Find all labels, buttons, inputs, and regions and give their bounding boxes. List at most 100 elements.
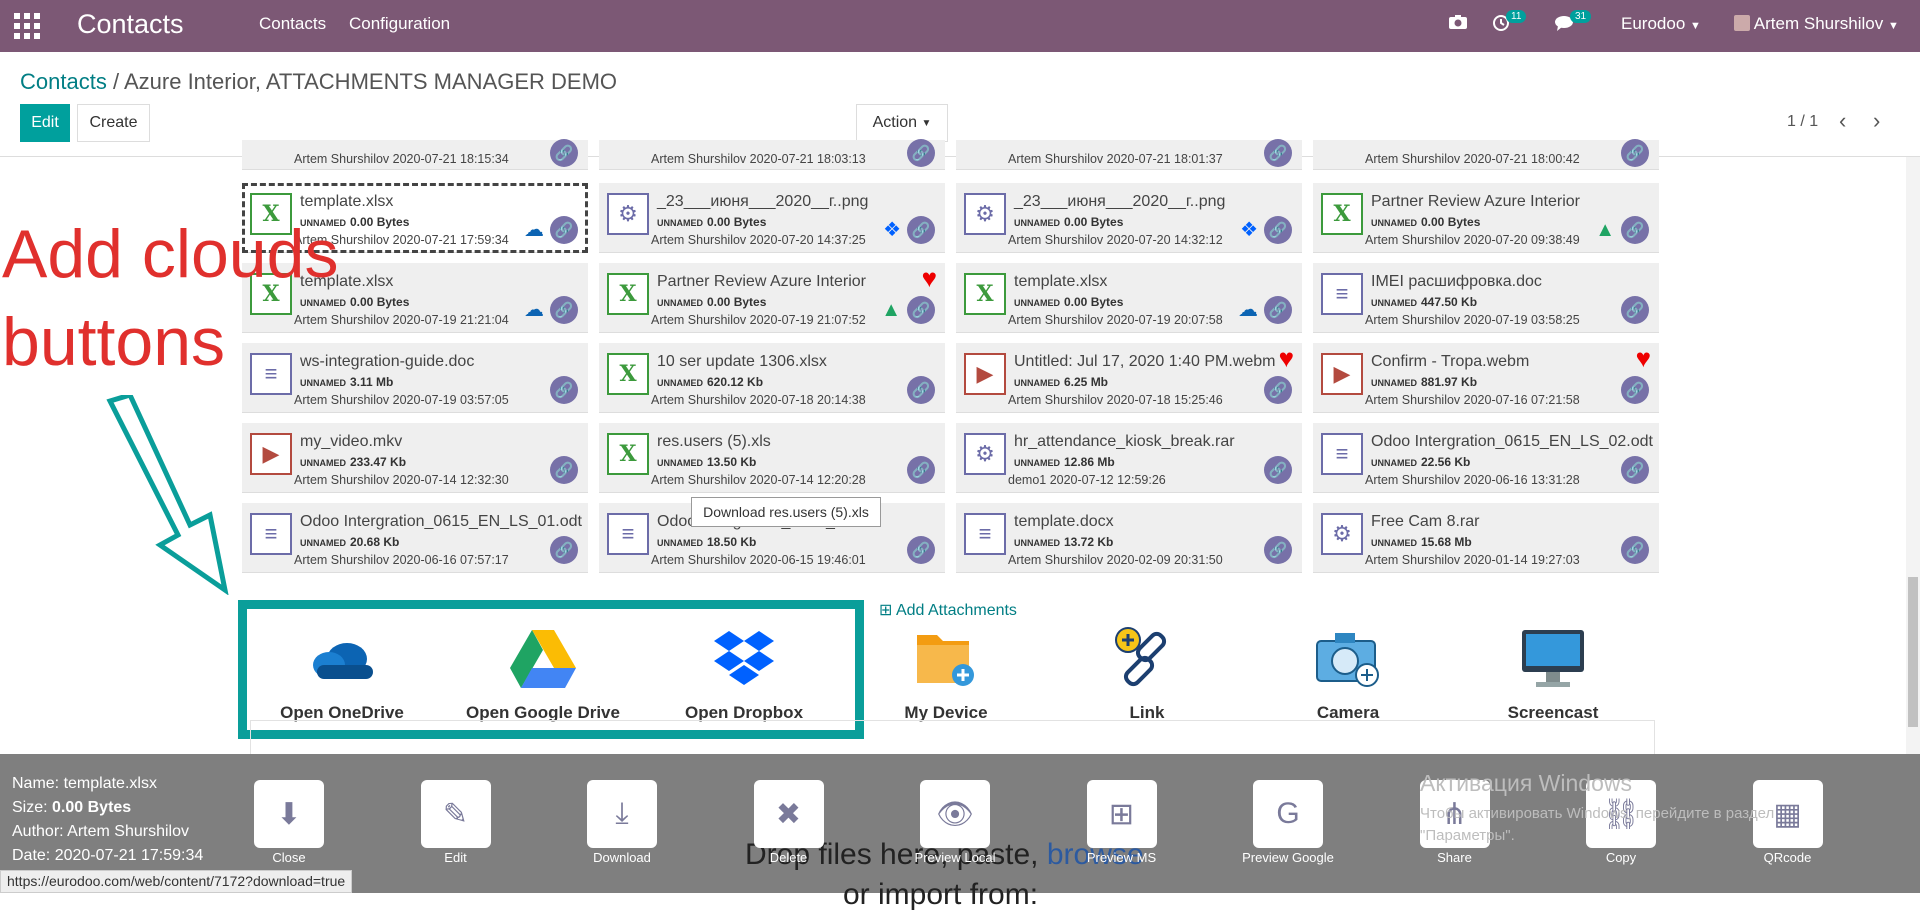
size-label: UNNAMED (657, 458, 703, 468)
add-attachments-link[interactable]: ⊞ Add Attachments (879, 600, 1017, 620)
attachment-tile[interactable]: ⚙ Free Cam 8.rar UNNAMED 15.68 Mb Artem Shur… (1313, 503, 1659, 573)
attachment-tile[interactable]: X Partner Review Azure Interior UNNAMED 0.0… (599, 263, 945, 333)
link-icon[interactable]: 🔗 (1264, 216, 1292, 244)
link-icon[interactable]: 🔗 (907, 216, 935, 244)
action-dropdown[interactable]: Action ▼ (856, 104, 948, 142)
link-icon[interactable]: 🔗 (907, 296, 935, 324)
attachment-tile[interactable]: ▶ Untitled: Jul 17, 2020 1:40 PM.webm UNNA… (956, 343, 1302, 413)
preview-local-button[interactable]: 👁 (920, 780, 990, 848)
link-icon[interactable]: 🔗 (1621, 296, 1649, 324)
link-button[interactable]: Link (1062, 625, 1232, 723)
create-button[interactable]: Create (77, 104, 150, 142)
attachment-tile[interactable]: Artem Shurshilov 2020-07-21 18:01:37 🔗 (956, 139, 1302, 170)
attachment-tile[interactable]: Artem Shurshilov 2020-07-21 18:00:42 🔗 (1313, 139, 1659, 170)
windows-activation-text: Чтобы активировать Windows, перейдите в … (1420, 805, 1775, 844)
attachment-tile[interactable]: ≡ Odoo Intergration_0615_EN_LS_01.odt UNNA… (242, 503, 588, 573)
link-icon[interactable]: 🔗 (550, 376, 578, 404)
attachment-size: UNNAMED 0.00 Bytes (1371, 215, 1480, 229)
link-icon[interactable]: 🔗 (907, 456, 935, 484)
breadcrumb-contacts[interactable]: Contacts (20, 69, 107, 94)
link-icon[interactable]: 🔗 (550, 456, 578, 484)
annotation-text: Add clouds buttons (2, 216, 339, 380)
app-title: Contacts (77, 9, 184, 39)
edit-button[interactable]: Edit (20, 104, 70, 142)
link-icon[interactable]: 🔗 (1264, 536, 1292, 564)
link-icon[interactable]: 🔗 (550, 536, 578, 564)
attachment-tile[interactable]: ▶ my_video.mkv UNNAMED 233.47 Kb Artem Shurs… (242, 423, 588, 493)
my-device-button[interactable]: My Device (861, 625, 1031, 723)
link-icon[interactable]: 🔗 (550, 216, 578, 244)
link-icon[interactable]: 🔗 (1264, 296, 1292, 324)
attachment-tile[interactable]: ≡ template.docx UNNAMED 13.72 Kb Artem Shurs… (956, 503, 1302, 573)
attachment-tile[interactable]: X Partner Review Azure Interior UNNAMED 0.0… (1313, 183, 1659, 253)
top-navbar: Contacts Contacts Configuration 11 31 Eu… (0, 0, 1920, 52)
doc-icon: ≡ (1321, 273, 1363, 315)
google-icon: G (1276, 797, 1300, 830)
attachment-tile[interactable]: ≡ IMEI расшифровка.doc UNNAMED 447.50 Kb Art… (1313, 263, 1659, 333)
eye-icon: 👁 (935, 797, 975, 831)
attachment-tile[interactable]: ⚙ _23___июня___2020__г..png UNNAMED 0.00 By… (599, 183, 945, 253)
previous-record-icon[interactable]: ‹ (1839, 108, 1846, 134)
attachment-tile[interactable]: Artem Shurshilov 2020-07-21 18:15:34 🔗 (242, 139, 588, 170)
attachment-tile[interactable]: Xtemplate.xlsx UNNAMED 0.00 Bytes Artem Shu… (956, 263, 1302, 333)
link-icon[interactable]: 🔗 (1621, 536, 1649, 564)
open-dropbox-button[interactable]: Open Dropbox (659, 625, 829, 723)
attachment-tile[interactable]: Artem Shurshilov 2020-07-21 18:03:13 🔗 (599, 139, 945, 170)
attachment-author-date: Artem Shurshilov 2020-07-18 20:14:38 (651, 393, 866, 407)
info-author: Artem Shurshilov (67, 823, 189, 840)
size-label: UNNAMED (657, 378, 703, 388)
link-icon[interactable]: 🔗 (1264, 139, 1292, 167)
heart-icon[interactable]: ♥ (1636, 343, 1651, 374)
windows-icon: ⊞ (1108, 797, 1135, 831)
heart-icon[interactable]: ♥ (1279, 343, 1294, 374)
link-icon[interactable]: 🔗 (1264, 456, 1292, 484)
close-button[interactable]: ⬇ (254, 780, 324, 848)
open-google-drive-button[interactable]: Open Google Drive (458, 625, 628, 723)
link-icon[interactable]: 🔗 (550, 296, 578, 324)
link-icon[interactable]: 🔗 (1621, 139, 1649, 167)
drop-zone[interactable] (250, 720, 1655, 754)
attachment-author-date: Artem Shurshilov 2020-07-18 15:25:46 (1008, 393, 1223, 407)
user-menu[interactable]: Artem Shurshilov ▼ (1734, 14, 1899, 34)
camera-icon[interactable] (1448, 14, 1468, 35)
delete-button[interactable]: ✖ (753, 780, 824, 848)
edit-button[interactable]: ✎ (420, 780, 491, 848)
link-icon[interactable]: 🔗 (550, 139, 578, 167)
gear-icon: ⚙ (1321, 513, 1363, 555)
attachment-tile[interactable]: ⚙ _23___июня___2020__г..png UNNAMED 0.00 By… (956, 183, 1302, 253)
link-icon[interactable]: 🔗 (1621, 376, 1649, 404)
link-icon[interactable]: 🔗 (907, 376, 935, 404)
attachment-tile[interactable]: ▶ Confirm - Tropa.webm UNNAMED 881.97 Kb Art… (1313, 343, 1659, 413)
attachment-author-date: Artem Shurshilov 2020-07-19 21:07:52 (651, 313, 866, 327)
preview-google-button[interactable]: G (1253, 780, 1323, 848)
scrollbar-thumb[interactable] (1908, 577, 1918, 727)
camera-button[interactable]: Camera (1263, 625, 1433, 723)
open-onedrive-button[interactable]: Open OneDrive (257, 625, 427, 723)
menu-configuration[interactable]: Configuration (349, 14, 450, 34)
messages-icon[interactable]: 31 (1554, 10, 1592, 37)
activity-icon[interactable]: 11 (1492, 10, 1527, 37)
download-button[interactable]: ⤓ (587, 780, 657, 848)
attachment-tile[interactable]: ⚙ hr_attendance_kiosk_break.rar UNNAMED 12.… (956, 423, 1302, 493)
screencast-button[interactable]: Screencast (1468, 625, 1638, 723)
link-icon[interactable]: 🔗 (907, 139, 935, 167)
heart-icon[interactable]: ♥ (922, 263, 937, 294)
size-value: 620.12 Kb (707, 375, 764, 389)
attachment-tile[interactable]: Xres.users (5).xls UNNAMED 13.50 Kb Artem S… (599, 423, 945, 493)
attachment-tile[interactable]: ≡ Odoo Intergration_0615_EN_LS_02.odt UNNA… (1313, 423, 1659, 493)
next-record-icon[interactable]: › (1873, 108, 1880, 134)
company-switcher[interactable]: Eurodoo ▼ (1621, 14, 1701, 34)
company-name: Eurodoo (1621, 14, 1686, 33)
link-icon[interactable]: 🔗 (907, 536, 935, 564)
attachment-tile[interactable]: X 10 ser update 1306.xlsx UNNAMED 620.12 Kb… (599, 343, 945, 413)
link-icon[interactable]: 🔗 (1621, 216, 1649, 244)
video-icon: ▶ (1321, 353, 1363, 395)
attachment-author-date: Artem Shurshilov 2020-07-14 12:32:30 (294, 473, 509, 487)
scrollbar[interactable] (1906, 157, 1920, 754)
menu-contacts[interactable]: Contacts (259, 14, 326, 34)
apps-menu-icon[interactable] (14, 13, 40, 39)
link-icon[interactable]: 🔗 (1621, 456, 1649, 484)
size-label: UNNAMED (1371, 458, 1417, 468)
preview-ms-button[interactable]: ⊞ (1086, 780, 1157, 848)
link-icon[interactable]: 🔗 (1264, 376, 1292, 404)
